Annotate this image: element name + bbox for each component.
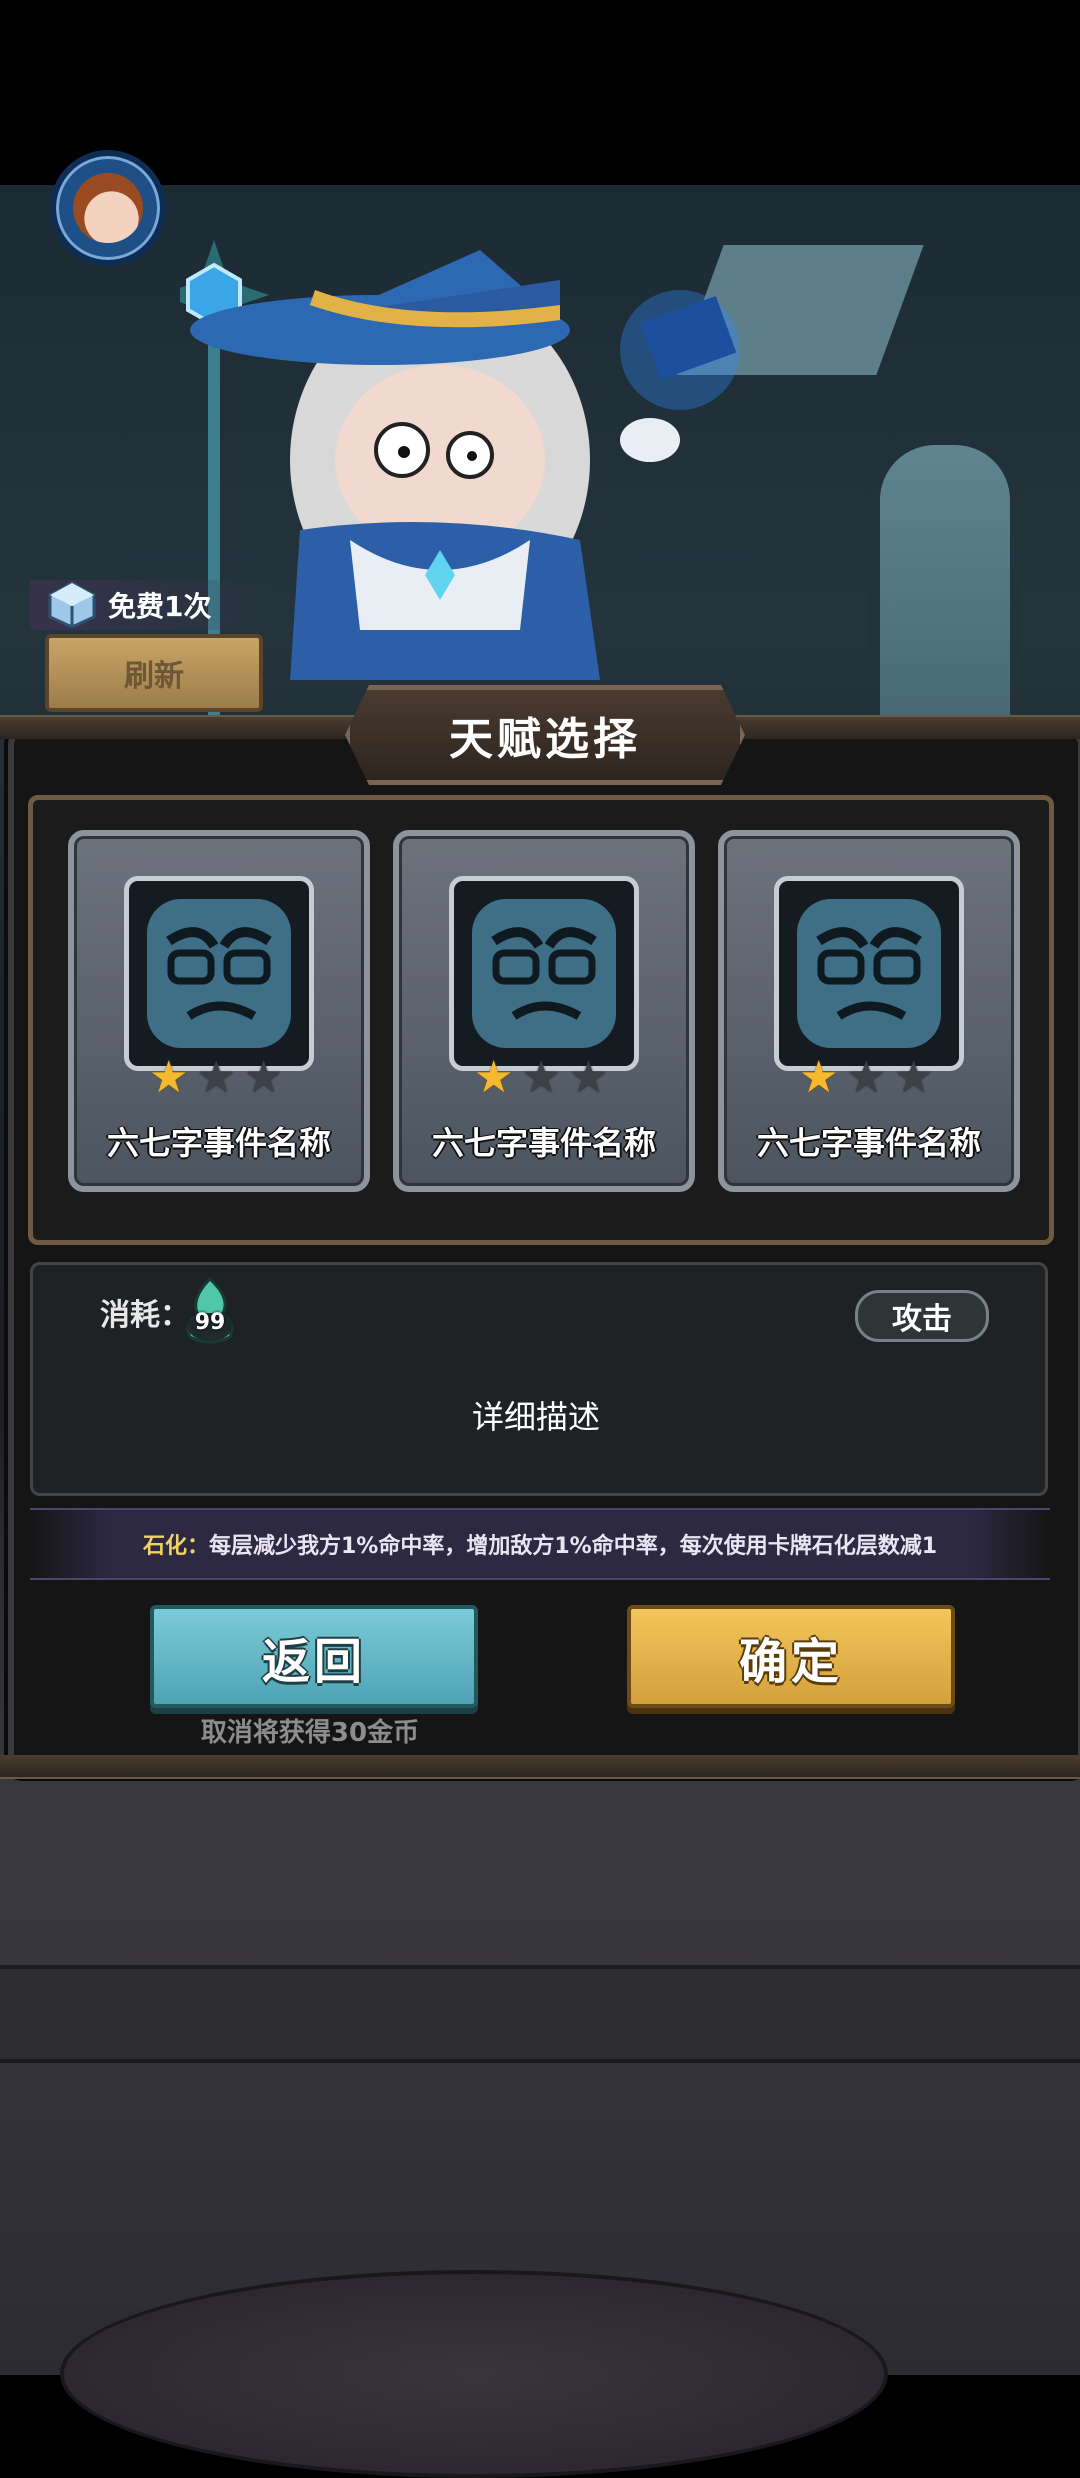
angry-face-icon [147, 899, 291, 1048]
card-type-tag: 攻击 [855, 1290, 989, 1342]
star-filled-icon: ★ [474, 1052, 514, 1103]
talent-art [774, 876, 964, 1071]
talent-card-3[interactable]: ★ ★ ★ 六七字事件名称 [718, 830, 1020, 1192]
star-filled-icon: ★ [149, 1052, 189, 1103]
panel-title: 天赋选择 [449, 714, 641, 765]
angry-face-icon [797, 899, 941, 1048]
talent-card-2[interactable]: ★ ★ ★ 六七字事件名称 [393, 830, 695, 1192]
cost-label: 消耗： [100, 1298, 190, 1333]
star-empty-icon: ★ [568, 1052, 609, 1103]
back-button[interactable]: 返回 [150, 1605, 478, 1708]
ice-cube-icon [48, 581, 96, 629]
status-effect-name: 石化： [142, 1534, 209, 1559]
angry-face-icon [472, 899, 616, 1048]
wizard-character-illustration [180, 240, 740, 730]
star-empty-icon: ★ [243, 1052, 284, 1103]
free-refresh-info: 免费1次 [30, 580, 270, 630]
star-empty-icon: ★ [196, 1052, 236, 1103]
star-rating: ★ ★ ★ [149, 1056, 283, 1100]
star-empty-icon: ★ [893, 1052, 934, 1103]
star-empty-icon: ★ [521, 1052, 561, 1103]
card-name: 六七字事件名称 [431, 1124, 656, 1162]
talent-art [124, 876, 314, 1071]
star-filled-icon: ★ [799, 1052, 839, 1103]
status-effect-text: 每层减少我方1%命中率，增加敌方1%命中率，每次使用卡牌石化层数减1 [209, 1534, 938, 1559]
floor-circle [60, 2270, 888, 2478]
star-rating: ★ ★ ★ [799, 1056, 933, 1100]
panel-bottom-rail [0, 1755, 1080, 1779]
card-name: 六七字事件名称 [106, 1124, 331, 1162]
confirm-button[interactable]: 确定 [627, 1605, 955, 1708]
card-name: 六七字事件名称 [756, 1124, 981, 1162]
refresh-button[interactable]: 刷新 [45, 634, 263, 712]
avatar-face [73, 173, 143, 243]
talent-art [449, 876, 639, 1071]
star-rating: ★ ★ ★ [474, 1056, 608, 1100]
title-plate: 天赋选择 [345, 685, 745, 785]
talent-card-1[interactable]: ★ ★ ★ 六七字事件名称 [68, 830, 370, 1192]
cancel-reward-note: 取消将获得30金币 [200, 1718, 420, 1748]
star-empty-icon: ★ [846, 1052, 886, 1103]
player-avatar[interactable] [50, 150, 166, 266]
stone-ledge [0, 1965, 1080, 2063]
cost-value: 99 [194, 1310, 226, 1335]
detail-description: 详细描述 [471, 1398, 600, 1436]
status-effect-info: 石化： 每层减少我方1%命中率，增加敌方1%命中率，每次使用卡牌石化层数减1 [30, 1508, 1050, 1580]
free-count-text: 免费1次 [108, 590, 212, 623]
